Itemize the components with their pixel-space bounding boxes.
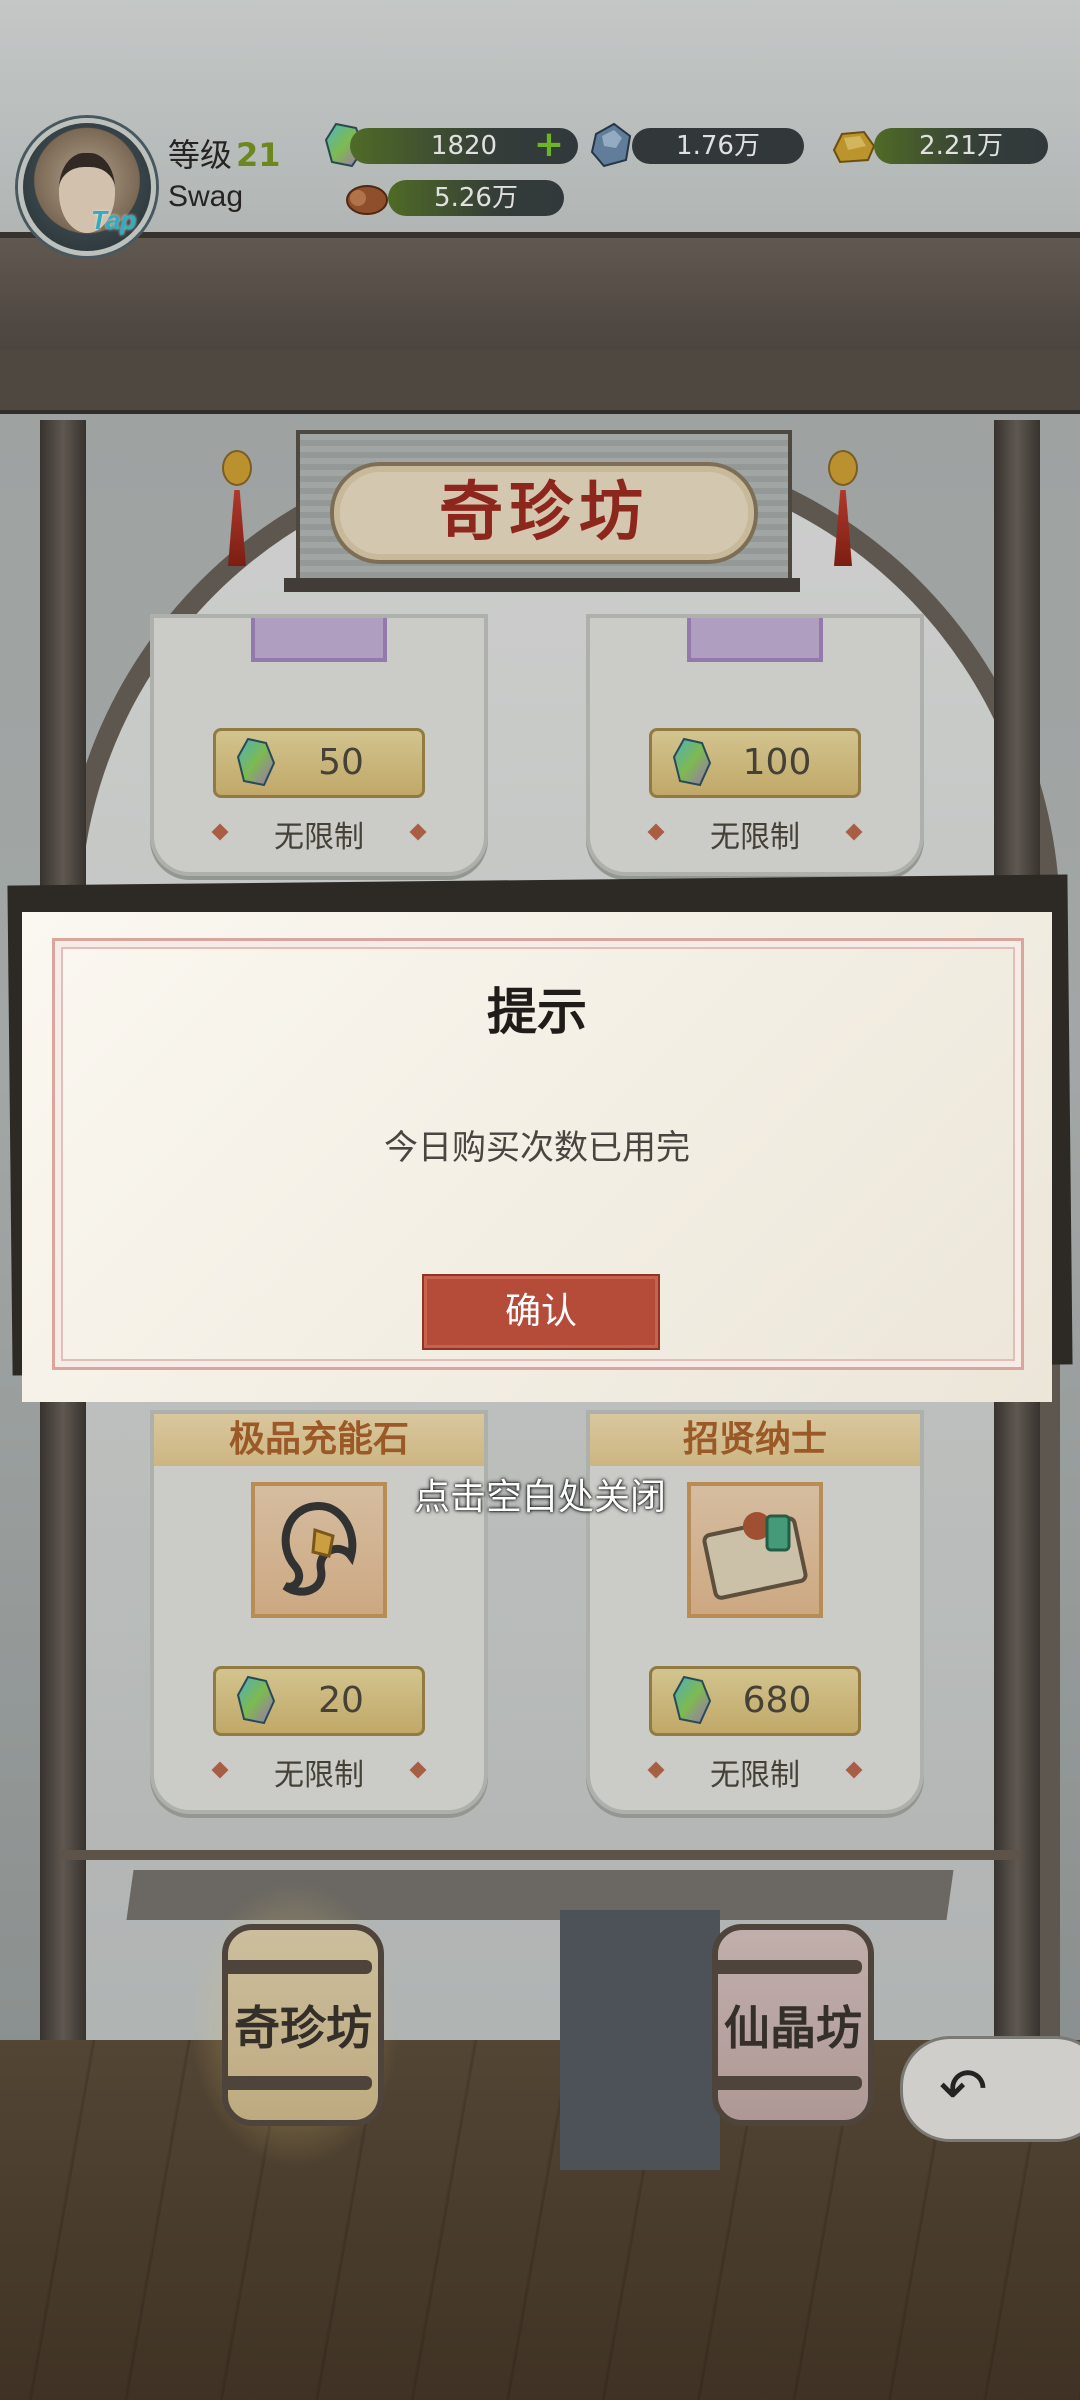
notice-dialog: 提示 今日购买次数已用完 确认 bbox=[22, 912, 1052, 1402]
dialog-message: 今日购买次数已用完 bbox=[384, 1128, 690, 1168]
close-hint: 点击空白处关闭 bbox=[413, 1477, 666, 1518]
dialog-title: 提示 bbox=[487, 983, 587, 1041]
confirm-button[interactable]: 确认 bbox=[422, 1274, 660, 1350]
